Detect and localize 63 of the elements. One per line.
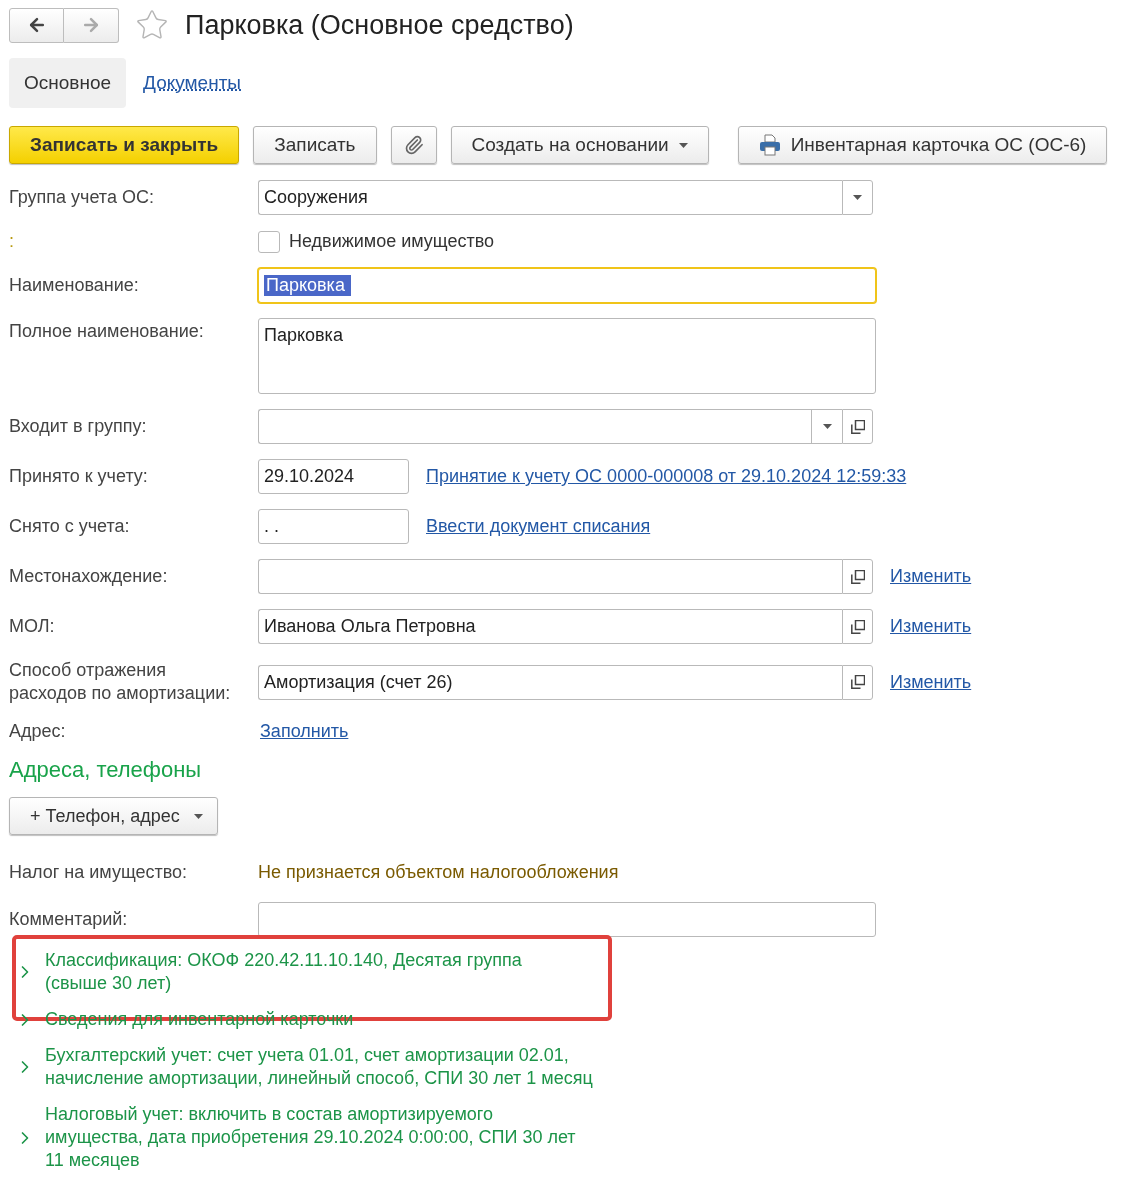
fill-link[interactable]: Заполнить [260,721,349,742]
field-label: Налог на имущество: [9,861,189,884]
checkbox-label: Недвижимое имущество [289,231,495,252]
back-button[interactable] [9,7,64,43]
field-label: Полное наименование: [9,320,205,343]
caret-icon [678,142,688,148]
dropdown-button[interactable] [842,180,873,215]
field-label: Адрес: [9,720,67,743]
paperclip-icon [403,135,424,155]
change-link[interactable]: Изменить [890,671,972,693]
add-contact-button[interactable]: + Телефон, адрес [9,797,218,835]
open-icon [850,619,865,634]
reference-field[interactable] [258,559,842,594]
tab[interactable]: Документы [143,58,256,108]
printer-icon [758,134,781,156]
field-label: Способ отражения расходов по амортизации: [9,659,232,705]
print-button[interactable]: Инвентарная карточка ОС (ОС-6) [737,126,1108,164]
document-link[interactable]: Ввести документ списания [426,516,651,537]
field-label: Комментарий: [9,908,129,931]
tax-status-text: Не признается объектом налогообложения [258,862,620,883]
dropdown-icon [853,195,862,200]
checkbox[interactable] [258,230,280,253]
field-label: Наименование: [9,274,140,297]
reference-field[interactable]: Амортизация (счет 26) [258,664,842,700]
field-label: Местонахождение: [9,565,169,588]
open-icon [850,419,865,434]
select-field[interactable] [258,409,811,444]
collapsible-group-title[interactable]: Бухгалтерский учет: счет учета 01.01, счет амортизации 02.01, начисление амортизации, линейный способ, СПИ 30 лет 1 месяц [45,1044,593,1090]
attach-button[interactable] [390,126,437,164]
change-link[interactable]: Изменить [890,566,972,587]
open-icon [850,675,865,689]
open-button[interactable] [842,609,873,644]
caret-icon [193,813,203,819]
dropdown-icon [822,424,832,429]
open-button[interactable] [842,409,873,444]
select-field[interactable]: Сооружения [258,180,842,215]
field-label: Принято к учету: [9,465,149,488]
tab[interactable]: Основное [9,58,127,108]
collapsible-group-title[interactable]: Налоговый учет: включить в состав амортизируемого имущества, дата приобретения 29.10.2024 0:00:00, СПИ 30 лет 11 месяцев [45,1103,576,1172]
field-label: : [9,230,15,253]
open-button[interactable] [842,559,873,594]
field-label: МОЛ: [9,615,56,638]
text-area[interactable]: Парковка [258,318,876,394]
field-label: Снято с учета: [9,515,131,538]
document-link[interactable]: Принятие к учету ОС 0000-000008 от 29.10.2024 12:59:33 [426,466,907,487]
window-title: Парковка (Основное средство) [185,9,574,41]
date-field[interactable]: 29.10.2024 [258,459,409,494]
collapsible-group-title[interactable]: Классификация: ОКОФ 220.42.11.10.140, Десятая группа (свыше 30 лет) [45,949,522,995]
star-icon[interactable] [135,8,169,42]
forward-arrow-icon [81,15,101,35]
section-heading: Адреса, телефоны [9,757,203,783]
change-link[interactable]: Изменить [890,616,972,637]
save-button[interactable]: Записать [253,126,377,164]
text-field[interactable] [258,902,876,937]
save-and-close-button[interactable]: Записать и закрыть [9,126,240,164]
open-button[interactable] [842,664,873,700]
date-field[interactable]: . . [258,509,409,544]
open-icon [850,569,865,584]
create-based-on-button[interactable]: Создать на основании [450,126,709,164]
field-label: Группа учета ОС: [9,186,155,209]
reference-field[interactable]: Иванова Ольга Петровна [258,609,842,644]
text-field[interactable]: Парковка [258,268,876,303]
field-label: Входит в группу: [9,415,148,438]
